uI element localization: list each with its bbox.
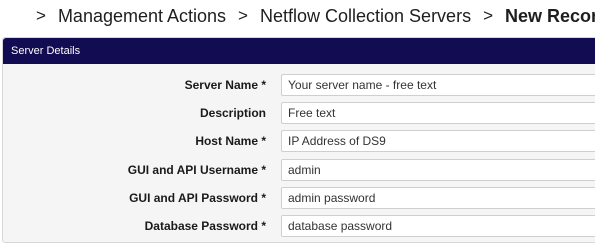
database-password-label: Database Password * (144, 219, 266, 233)
api-username-label: GUI and API Username * (127, 163, 266, 177)
server-name-row: Server Name * (3, 74, 595, 96)
host-name-label: Host Name * (195, 134, 266, 148)
host-name-row: Host Name * (3, 130, 595, 152)
description-label: Description (199, 106, 266, 120)
api-password-row: GUI and API Password * (3, 187, 595, 209)
host-name-input[interactable] (281, 130, 595, 152)
breadcrumb-separator: > (483, 6, 493, 25)
api-password-label: GUI and API Password * (129, 191, 266, 205)
api-username-row: GUI and API Username * (3, 159, 595, 181)
breadcrumb-netflow-collection-servers[interactable]: Netflow Collection Servers (260, 6, 471, 27)
database-password-row: Database Password * (3, 215, 595, 237)
api-password-input[interactable] (281, 187, 595, 209)
breadcrumb-management-actions[interactable]: Management Actions (58, 6, 226, 27)
server-name-input[interactable] (281, 74, 595, 96)
server-details-panel: Server Details Server Name * Description… (2, 37, 595, 243)
breadcrumb: > Management Actions > Netflow Collectio… (0, 0, 595, 32)
breadcrumb-separator: > (36, 6, 46, 25)
panel-title: Server Details (3, 38, 595, 64)
api-username-input[interactable] (281, 159, 595, 181)
description-row: Description (3, 102, 595, 124)
description-input[interactable] (281, 102, 595, 124)
breadcrumb-separator: > (238, 6, 248, 25)
database-password-input[interactable] (281, 215, 595, 237)
breadcrumb-current: New Record (505, 5, 595, 26)
server-name-label: Server Name * (184, 78, 266, 92)
